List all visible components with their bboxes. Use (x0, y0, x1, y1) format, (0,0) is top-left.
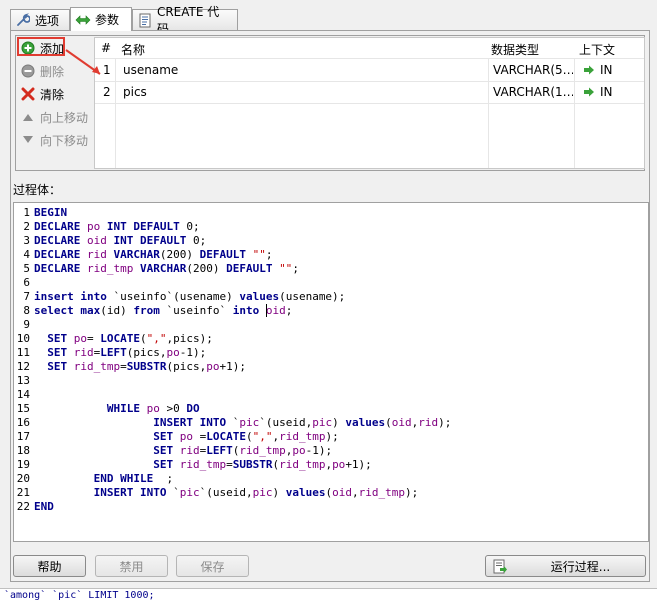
code-line-text: SET rid_tmp=SUBSTR(rid_tmp,po+1); (153, 458, 372, 471)
line-number: 12 (16, 360, 30, 373)
line-number: 9 (23, 318, 30, 331)
param-type[interactable]: VARCHAR(1… (493, 85, 573, 99)
line-number: 16 (16, 416, 30, 429)
status-strip-text: `among` `pic` LIMIT 1000; (4, 590, 155, 601)
move-up-label: 向上移动 (40, 110, 89, 125)
code-line-text: BEGIN (34, 206, 68, 219)
help-button[interactable]: 帮助 (13, 555, 86, 577)
parameters-panel: 添加 删除 清除 向上移动 向下移动 # 名称 数据类型 上下文 1 usena… (10, 30, 650, 582)
run-document-icon (492, 559, 508, 578)
line-number: 7 (23, 290, 30, 303)
double-arrow-icon (75, 12, 91, 28)
parameter-grid: # 名称 数据类型 上下文 1 usename VARCHAR(5… IN 2 … (94, 37, 645, 169)
code-line-text: SET rid=LEFT(rid_tmp,po-1); (153, 444, 333, 457)
code-line-text: SET rid_tmp=SUBSTR(pics,po+1); (47, 360, 246, 373)
triangle-up-icon (20, 109, 36, 125)
code-line-text: END (34, 500, 54, 513)
line-number: 6 (23, 276, 30, 289)
parameters-box: 添加 删除 清除 向上移动 向下移动 # 名称 数据类型 上下文 1 usena… (15, 35, 645, 171)
line-number: 5 (23, 262, 30, 275)
disable-button[interactable]: 禁用 (95, 555, 168, 577)
code-line-text: DECLARE rid VARCHAR(200) DEFAULT ""; (34, 248, 273, 261)
code-document-icon (137, 12, 153, 28)
code-line-text: DECLARE rid_tmp VARCHAR(200) DEFAULT ""; (34, 262, 299, 275)
line-number: 22 (16, 500, 30, 513)
run-procedure-label: 运行过程... (550, 559, 611, 574)
move-down-button[interactable]: 向下移动 (20, 130, 92, 150)
line-number: 15 (16, 402, 30, 415)
line-number: 19 (16, 458, 30, 471)
wrench-icon (15, 12, 31, 28)
param-context[interactable]: IN (600, 85, 613, 99)
annotation-arrow (65, 49, 101, 75)
table-row[interactable]: 1 usename VARCHAR(5… IN (95, 59, 644, 82)
procedure-body-label: 过程体： (13, 183, 62, 197)
code-line-text: insert into `useinfo`(usename) values(us… (34, 290, 346, 303)
line-number: 1 (23, 206, 30, 219)
line-number: 11 (16, 346, 30, 359)
code-line-text: INSERT INTO `pic`(useid,pic) values(oid,… (153, 416, 452, 429)
text-caret (266, 304, 267, 317)
line-number: 20 (16, 472, 30, 485)
param-name[interactable]: usename (123, 63, 178, 77)
code-line-text: select max(id) from `useinfo` into oid; (34, 304, 293, 317)
status-strip: `among` `pic` LIMIT 1000; (0, 588, 657, 601)
param-context[interactable]: IN (600, 63, 613, 77)
line-number: 18 (16, 444, 30, 457)
line-number: 13 (16, 374, 30, 387)
code-line-text: DECLARE oid INT DEFAULT 0; (34, 234, 207, 247)
grid-header: # 名称 数据类型 上下文 (95, 38, 644, 59)
tab-parameters[interactable]: 参数 (70, 7, 132, 31)
tab-parameters-label: 参数 (95, 13, 120, 27)
run-procedure-button[interactable]: 运行过程... (485, 555, 646, 577)
code-line-text: WHILE po >0 DO (106, 402, 200, 415)
line-number: 8 (23, 304, 30, 317)
save-button[interactable]: 保存 (176, 555, 249, 577)
param-type[interactable]: VARCHAR(5… (493, 63, 573, 77)
line-number: 3 (23, 234, 30, 247)
code-line-text: SET rid=LEFT(pics,po-1); (47, 346, 207, 359)
column-header-context[interactable]: 上下文 (579, 41, 615, 58)
tab-create-code[interactable]: CREATE 代码 (132, 5, 238, 36)
line-number: 2 (23, 220, 30, 233)
code-line-text: SET po= LOCATE(",",pics); (47, 332, 213, 345)
move-down-label: 向下移动 (40, 133, 89, 148)
line-number: 10 (16, 332, 30, 345)
code-line-text: END WHILE ; (93, 472, 174, 485)
line-number: 17 (16, 430, 30, 443)
code-line-text: INSERT INTO `pic`(useid,pic) values(oid,… (93, 486, 419, 499)
code-editor[interactable]: 1 BEGIN 2 DECLARE po INT DEFAULT 0; 3 DECLARE… (13, 202, 649, 542)
column-header-name[interactable]: 名称 (121, 41, 145, 58)
tab-options-label: 选项 (35, 13, 60, 28)
triangle-down-icon (20, 132, 36, 148)
column-header-type[interactable]: 数据类型 (491, 41, 539, 58)
line-number: 21 (16, 486, 30, 499)
arrow-right-icon (583, 86, 595, 100)
move-up-button[interactable]: 向上移动 (20, 107, 92, 127)
line-number: 14 (16, 388, 30, 401)
code-line-text: DECLARE po INT DEFAULT 0; (34, 220, 200, 233)
param-name[interactable]: pics (123, 85, 147, 99)
tab-options[interactable]: 选项 (10, 9, 70, 30)
arrow-right-icon (583, 64, 595, 78)
table-row[interactable]: 2 pics VARCHAR(1… IN (95, 81, 644, 104)
code-line-text: SET po =LOCATE(",",rid_tmp); (153, 430, 339, 443)
line-number: 4 (23, 248, 30, 261)
